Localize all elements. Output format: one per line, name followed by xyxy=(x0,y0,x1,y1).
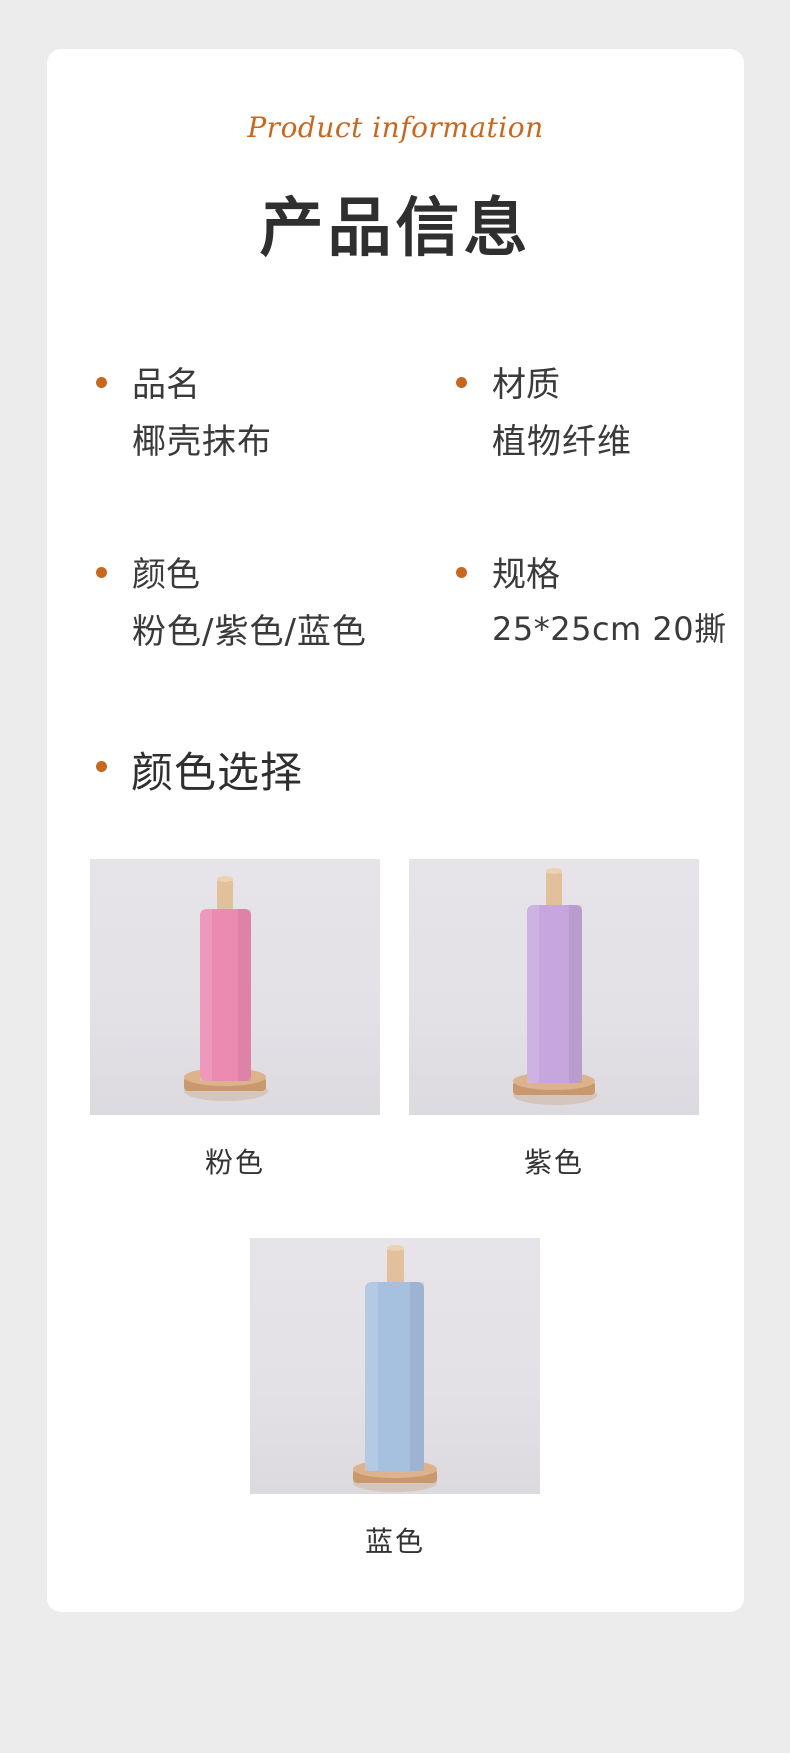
color-option-blue[interactable]: 蓝色 xyxy=(250,1238,540,1558)
color-option-purple[interactable]: 紫色 xyxy=(409,859,699,1179)
page-title: 产品信息 xyxy=(259,192,532,266)
color-option-pink[interactable]: 粉色 xyxy=(90,859,380,1179)
paper-towel-roll-icon xyxy=(184,876,268,1101)
bullet-dot-icon xyxy=(456,377,467,388)
bullet-dot-icon xyxy=(456,567,467,578)
spec-value: 椰壳抹布 xyxy=(132,422,272,462)
spec-label: 颜色 xyxy=(132,555,200,595)
spec-label: 材质 xyxy=(492,365,560,405)
section-subtitle: Product information xyxy=(247,111,544,144)
spec-label: 规格 xyxy=(492,555,560,595)
bullet-dot-icon xyxy=(96,567,107,578)
spec-value: 植物纤维 xyxy=(492,422,632,462)
product-photo xyxy=(250,1238,540,1494)
color-option-label: 紫色 xyxy=(523,1146,584,1179)
product-photo xyxy=(90,859,380,1115)
section-heading-label: 颜色选择 xyxy=(131,748,304,797)
spec-value: 25*25cm 20撕 xyxy=(492,610,727,648)
spec-label: 品名 xyxy=(132,365,200,405)
spec-value: 粉色/紫色/蓝色 xyxy=(132,612,367,652)
bullet-dot-icon xyxy=(96,377,107,388)
color-option-label: 粉色 xyxy=(204,1146,265,1179)
product-photo xyxy=(409,859,699,1115)
paper-towel-roll-icon xyxy=(513,868,597,1105)
paper-towel-roll-icon xyxy=(353,1245,437,1492)
color-option-label: 蓝色 xyxy=(364,1525,425,1558)
product-info-card: Product information 产品信息 品名 椰壳抹布 材质 植物纤维… xyxy=(47,49,744,1612)
bullet-dot-icon xyxy=(96,761,107,772)
